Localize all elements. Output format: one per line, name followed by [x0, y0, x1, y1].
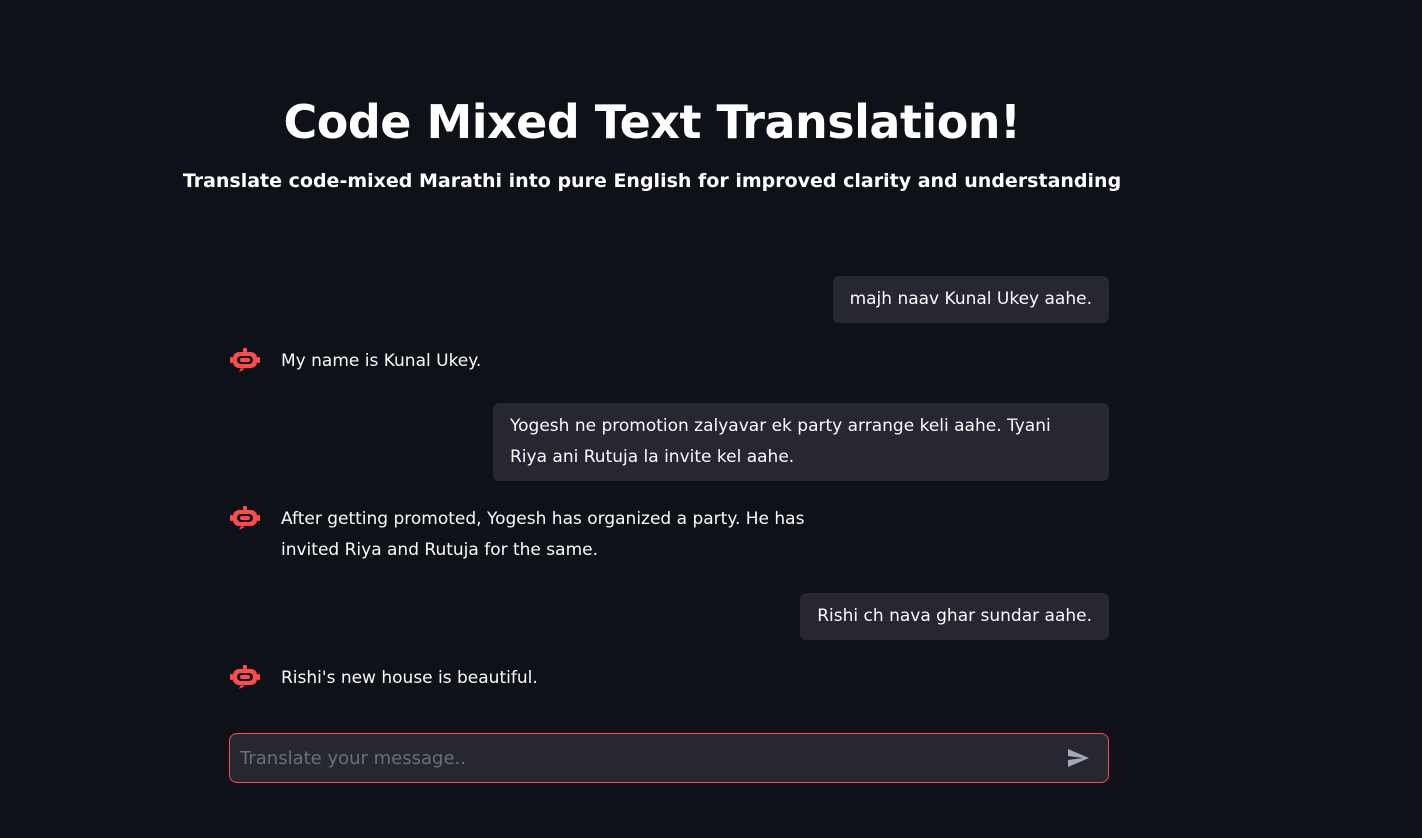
robot-icon: [230, 506, 260, 530]
assistant-message-text: Rishi's new house is beautiful.: [281, 668, 538, 688]
page-title: Code Mixed Text Translation!: [283, 95, 1021, 149]
assistant-message-text: After getting promoted, Yogesh has organ…: [281, 509, 805, 560]
robot-icon: [230, 348, 260, 372]
robot-icon: [230, 665, 260, 689]
user-message: majh naav Kunal Ukey aahe.: [832, 276, 1109, 323]
user-message-text: majh naav Kunal Ukey aahe.: [849, 289, 1092, 309]
page-subtitle: Translate code-mixed Marathi into pure E…: [182, 170, 1122, 192]
user-message: Rishi ch nava ghar sundar aahe.: [800, 593, 1109, 640]
assistant-message: My name is Kunal Ukey.: [229, 346, 861, 377]
send-icon: [1068, 749, 1089, 767]
assistant-message-text: My name is Kunal Ukey.: [281, 351, 482, 371]
assistant-message: Rishi's new house is beautiful.: [229, 663, 861, 694]
assistant-message: After getting promoted, Yogesh has organ…: [229, 504, 861, 566]
send-button[interactable]: [1058, 738, 1098, 778]
user-message-text: Yogesh ne promotion zalyavar ek party ar…: [510, 416, 1051, 467]
user-message-text: Rishi ch nava ghar sundar aahe.: [817, 606, 1092, 626]
chat-input-container: [229, 733, 1109, 783]
chat-input[interactable]: [230, 735, 1058, 781]
user-message: Yogesh ne promotion zalyavar ek party ar…: [493, 403, 1109, 481]
app-root: Code Mixed Text Translation! Translate c…: [0, 0, 1422, 838]
